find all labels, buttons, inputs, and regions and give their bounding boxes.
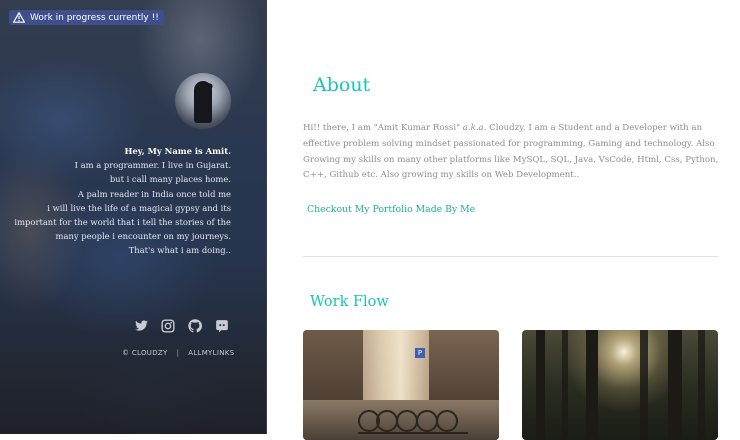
intro-line: I am a programmer. I live in Gujarat.	[74, 160, 231, 171]
footer-separator: |	[176, 349, 180, 357]
intro-line: important for the world that i tell the …	[14, 217, 231, 228]
about-text-part: Hi!! there, I am "Amit Kumar Rossi"	[303, 123, 463, 133]
wip-text: Work in progress currently !!	[30, 12, 159, 23]
intro-line: but i call many places home.	[109, 174, 231, 185]
intro-line: many people i encounter on my journeys.	[55, 231, 231, 242]
discord-icon[interactable]	[215, 319, 231, 335]
wip-badge: Work in progress currently !!	[9, 10, 164, 25]
intro-greeting: Hey, My Name is Amit.	[124, 146, 231, 156]
workflow-heading: Work Flow	[310, 294, 389, 310]
section-divider	[303, 256, 718, 257]
street-bicycles-photo[interactable]: P	[303, 330, 499, 440]
copyright-text: © CLOUDZY	[122, 349, 168, 357]
intro-line: That's what i am doing..	[128, 245, 231, 256]
allmylinks-link[interactable]: ALLMYLINKS	[188, 349, 234, 357]
parking-sign: P	[415, 348, 425, 358]
intro-text: Hey, My Name is Amit. I am a programmer.…	[11, 144, 231, 258]
sidebar-footer: © CLOUDZY | ALLMYLINKS	[122, 349, 234, 357]
forest-sunlight-photo[interactable]	[522, 330, 718, 440]
intro-line: A palm reader in India once told me	[77, 188, 231, 199]
about-text-aka: a.k.a.	[462, 123, 487, 133]
portfolio-link[interactable]: Checkout My Portfolio Made By Me	[307, 204, 475, 215]
twitter-icon[interactable]	[134, 319, 150, 335]
instagram-icon[interactable]	[161, 319, 177, 335]
github-icon[interactable]	[188, 319, 204, 335]
main-content: About Hi!! there, I am "Amit Kumar Rossi…	[267, 0, 740, 440]
social-links	[134, 319, 231, 335]
about-text: Hi!! there, I am "Amit Kumar Rossi" a.k.…	[303, 121, 721, 184]
intro-line: i will live the life of a magical gypsy …	[47, 202, 231, 213]
avatar	[175, 73, 231, 129]
about-heading: About	[313, 74, 371, 96]
sidebar: Work in progress currently !! Hey, My Na…	[0, 0, 267, 434]
warning-icon	[13, 12, 25, 24]
